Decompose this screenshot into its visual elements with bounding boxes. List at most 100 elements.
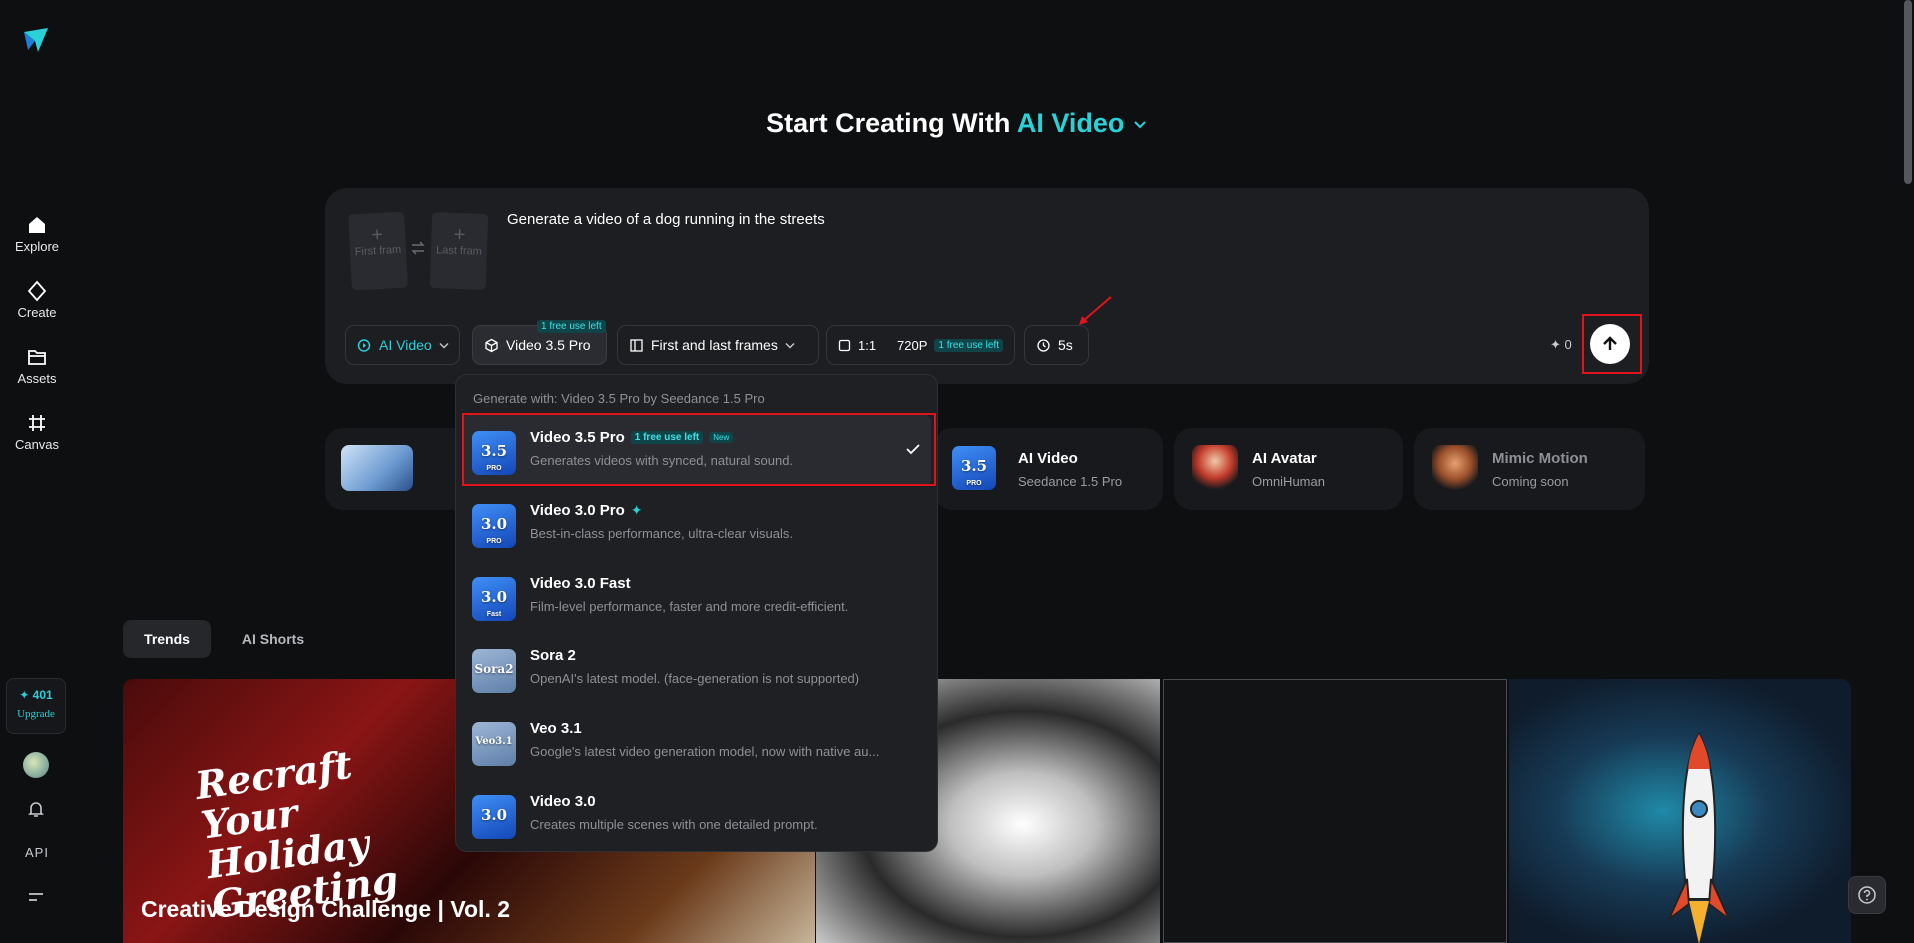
model-option-veo-3-1[interactable]: Veo3.1 Veo 3.1 Google's latest video gen… (462, 706, 931, 776)
annotation-arrow-icon (1079, 296, 1112, 325)
model-option-name: Video 3.0 (530, 793, 596, 810)
prompt-input[interactable]: Generate a video of a dog running in the… (507, 211, 825, 228)
rocket-illustration (1668, 731, 1730, 943)
model-option-name: Veo 3.1 (530, 720, 582, 737)
sparkle-icon: ✦ (630, 502, 643, 518)
page-scrollbar[interactable] (1904, 0, 1912, 184)
help-icon (1858, 886, 1876, 904)
model-select-label: Video 3.5 Pro (506, 337, 591, 353)
free-use-tag: 1 free use left (537, 320, 606, 333)
bell-icon[interactable] (25, 798, 47, 820)
veo31-icon: Veo3.1 (472, 722, 516, 766)
feature-card-ai-video[interactable]: 3.5 PRO AI Video Seedance 1.5 Pro (934, 428, 1163, 510)
last-frame-upload[interactable]: + Last fram (429, 212, 489, 290)
api-link[interactable]: API (0, 845, 74, 860)
ratio-resolution-select[interactable]: 1:1 720P 1 free use left (826, 325, 1015, 365)
ratio-label: 1:1 (858, 337, 877, 353)
sidebar-item-label: Create (17, 305, 57, 320)
duration-label: 5s (1058, 337, 1073, 353)
sora2-icon: Sora2 (472, 649, 516, 693)
page-title: Start Creating With AI Video (0, 108, 1914, 139)
clock-icon (1037, 338, 1050, 352)
folder-icon (28, 350, 46, 365)
resolution-label: 720P (897, 337, 928, 353)
model-option-desc: Film-level performance, faster and more … (530, 599, 849, 614)
model-option-desc: OpenAI's latest model. (face-generation … (530, 671, 860, 686)
video-30-pro-icon: 3.0 PRO (472, 504, 516, 548)
feature-card-mimic-motion[interactable]: Mimic Motion Coming soon (1414, 428, 1645, 510)
model-option-desc: Creates multiple scenes with one detaile… (530, 817, 818, 832)
sidebar-item-label: Explore (14, 239, 60, 254)
last-frame-label: Last fram (435, 244, 483, 258)
feature-card-image[interactable] (325, 428, 475, 510)
card-subtitle: Seedance 1.5 Pro (1018, 474, 1123, 489)
page-title-prefix: Start Creating With (766, 108, 1017, 138)
square-ratio-icon (838, 339, 851, 351)
model-option-video-3-0-pro[interactable]: 3.0 PRO Video 3.0 Pro ✦ Best-in-class per… (462, 488, 931, 558)
model-option-video-3-0[interactable]: 3.0 Video 3.0 Creates multiple scenes wi… (462, 779, 931, 849)
sidebar-item-create[interactable]: Create (0, 280, 74, 320)
frames-icon (630, 338, 643, 352)
home-icon (29, 217, 45, 233)
tab-trends[interactable]: Trends (123, 620, 211, 658)
logo-icon[interactable] (22, 26, 50, 54)
sparkle-diamond-icon (27, 280, 47, 302)
banner-title: Creative Design Challenge | Vol. 2 (141, 896, 511, 922)
credits-count: ✦ 401 (19, 688, 53, 702)
card-title: Mimic Motion (1492, 450, 1588, 467)
help-button[interactable] (1848, 876, 1886, 914)
feature-card-ai-avatar[interactable]: AI Avatar OmniHuman (1174, 428, 1403, 510)
gallery-item-broken-image[interactable] (1163, 679, 1507, 943)
avatar[interactable] (23, 752, 49, 778)
dropdown-header: Generate with: Video 3.5 Pro by Seedance… (473, 391, 765, 406)
model-option-desc: Google's latest video generation model, … (530, 744, 880, 759)
frame-icon (29, 415, 45, 431)
video-30-fast-icon: 3.0 Fast (472, 577, 516, 621)
first-frame-label: First fram (354, 243, 402, 259)
sidebar-item-label: Assets (17, 371, 57, 386)
mode-select[interactable]: AI Video (345, 325, 460, 365)
duration-select[interactable]: 5s (1024, 325, 1089, 365)
video-35-pro-icon: 3.5 PRO (952, 446, 996, 490)
card-title: AI Video (1018, 450, 1078, 467)
free-use-tag: 1 free use left (934, 338, 1003, 352)
tab-ai-shorts[interactable]: AI Shorts (228, 620, 318, 658)
card-subtitle: Coming soon (1492, 474, 1569, 489)
arrow-up-icon (1603, 336, 1617, 350)
chevron-down-icon (439, 342, 449, 348)
card-title: AI Avatar (1252, 450, 1317, 467)
frames-select[interactable]: First and last frames (617, 325, 819, 365)
mimic-thumbnail (1432, 445, 1478, 491)
model-option-name: Video 3.0 Pro ✦ (530, 502, 643, 519)
frames-select-label: First and last frames (651, 337, 778, 353)
sidebar-item-explore[interactable]: Explore (0, 214, 74, 254)
credit-cost: ✦ 0 (1550, 337, 1572, 352)
first-frame-upload[interactable]: + First fram (348, 211, 408, 291)
gallery-item-rocket[interactable] (1509, 679, 1851, 943)
credits-badge[interactable]: ✦ 401 Upgrade (6, 678, 66, 734)
video-30-icon: 3.0 (472, 795, 516, 839)
model-option-sora-2[interactable]: Sora2 Sora 2 OpenAI's latest model. (fac… (462, 633, 931, 703)
mode-switcher[interactable]: AI Video (1017, 108, 1125, 138)
model-option-name: Sora 2 (530, 647, 576, 664)
model-option-name: Video 3.0 Fast (530, 575, 631, 592)
sidebar-item-assets[interactable]: Assets (0, 346, 74, 386)
menu-icon[interactable] (25, 886, 47, 908)
plus-icon: + (453, 223, 466, 247)
avatar-thumbnail (1192, 445, 1238, 491)
generate-button[interactable] (1590, 324, 1630, 364)
card-subtitle: OmniHuman (1252, 474, 1325, 489)
model-option-video-3-0-fast[interactable]: 3.0 Fast Video 3.0 Fast Film-level perfor… (462, 561, 931, 631)
chevron-down-icon (785, 342, 795, 348)
sidebar-item-canvas[interactable]: Canvas (0, 412, 74, 452)
mode-select-label: AI Video (379, 337, 432, 353)
sidebar: Explore Create Assets Canvas ✦ 401 Upgra… (0, 0, 74, 943)
upgrade-link[interactable]: Upgrade (7, 708, 65, 720)
highlight-box (462, 413, 936, 486)
video-sparkle-icon (357, 338, 371, 352)
chevron-down-icon[interactable] (1132, 117, 1148, 133)
cube-icon (485, 338, 498, 352)
sidebar-item-label: Canvas (14, 437, 60, 452)
swap-icon[interactable] (410, 240, 426, 256)
pegasus-thumbnail (341, 445, 413, 491)
